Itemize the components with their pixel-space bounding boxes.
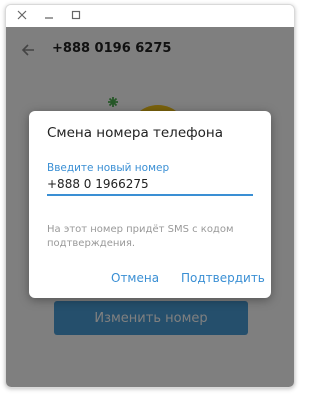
change-number-dialog: Смена номера телефона Введите новый номе… (29, 111, 271, 298)
close-icon[interactable] (15, 8, 29, 22)
new-number-input[interactable] (47, 174, 253, 196)
maximize-icon[interactable] (69, 8, 83, 22)
window-titlebar (6, 5, 294, 27)
sms-hint: На этот номер придёт SMS с кодом подтвер… (47, 224, 234, 249)
minimize-icon[interactable] (42, 8, 56, 22)
new-number-label: Введите новый номер (47, 162, 170, 174)
dialog-title: Смена номера телефона (47, 125, 224, 141)
confirm-button[interactable]: Подтвердить (181, 271, 265, 285)
cancel-button[interactable]: Отмена (111, 271, 159, 285)
